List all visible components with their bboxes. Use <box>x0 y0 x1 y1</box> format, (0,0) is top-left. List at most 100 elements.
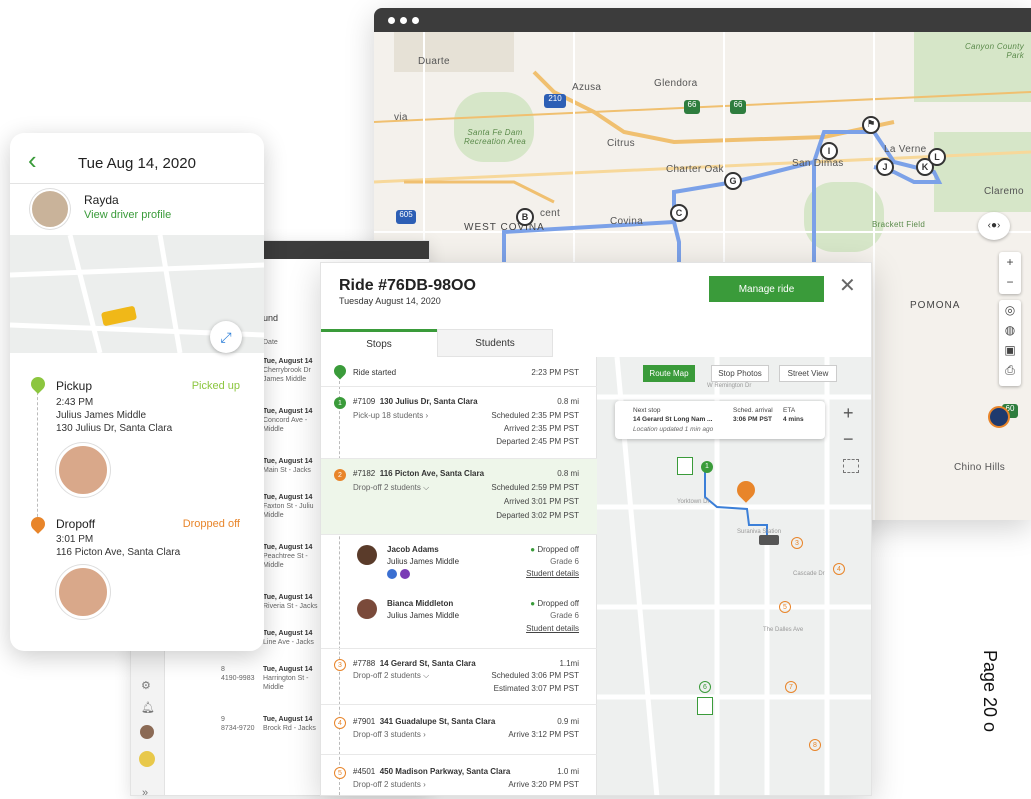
dropoff-status: Dropped off <box>182 518 240 530</box>
stop-distance: 0.8 mi <box>557 469 579 478</box>
stop-marker-icon[interactable]: C <box>670 204 688 222</box>
street-label: Yorktown Dr <box>677 499 710 505</box>
view-driver-profile-link[interactable]: View driver profile <box>84 209 171 221</box>
street-view-tab[interactable]: Street View <box>779 365 837 382</box>
school-icon <box>677 457 693 475</box>
manage-ride-button[interactable]: Manage ride <box>709 276 824 302</box>
location-updated: Location updated 1 min ago <box>633 426 714 433</box>
stop-arrived: Arrived 2:35 PM PST <box>503 424 579 433</box>
table-row[interactable]: Tue, August 14 Riveria St - Jacks <box>263 593 317 611</box>
map-label: Claremo <box>984 186 1024 197</box>
table-row[interactable]: Tue, August 14 Peachtree St - Middle <box>263 543 312 570</box>
wheelchair-icon <box>387 569 397 579</box>
table-row[interactable]: Tue, August 14 Line Ave - Jacks <box>263 629 314 647</box>
map-label: via <box>394 112 408 123</box>
globe-icon[interactable]: ◍ <box>999 320 1021 340</box>
pickup-status: Picked up <box>191 380 240 392</box>
stop-row[interactable]: 5 #4501 450 Madison Parkway, Santa Clara… <box>321 755 597 795</box>
pickup-label: Pickup <box>56 379 93 393</box>
print-icon[interactable]: ⎙ <box>999 360 1021 380</box>
stop-row-selected[interactable]: 2 #7182 116 Picton Ave, Santa Clara 0.8 … <box>321 459 597 535</box>
table-row[interactable]: 9 8734-9720 <box>221 715 254 733</box>
stop-departed: Departed 2:45 PM PST <box>496 437 579 446</box>
student-details-link[interactable]: Student details <box>526 569 579 578</box>
driver-avatar[interactable] <box>30 189 70 229</box>
zoom-out-icon[interactable]: − <box>843 429 854 450</box>
window-dot[interactable] <box>400 16 407 24</box>
student-school: Julius James Middle <box>387 557 460 566</box>
fullscreen-icon[interactable] <box>843 459 859 473</box>
table-row[interactable]: Tue, August 14 Cherrybrook Dr James Middle <box>263 357 312 384</box>
stop-5-marker[interactable]: 5 <box>779 601 791 613</box>
highway-shield-icon: 66 <box>730 100 746 114</box>
zoom-in-icon[interactable]: + <box>843 403 854 424</box>
stop-marker-icon[interactable]: L <box>928 148 946 166</box>
zoom-control: + − <box>999 252 1021 294</box>
settings-icon[interactable]: ⚙ <box>141 679 151 692</box>
pickup-pin-icon <box>28 374 48 394</box>
stop-marker-icon[interactable]: G <box>724 172 742 190</box>
stop-marker-icon[interactable]: J <box>876 158 894 176</box>
expand-map-icon[interactable]: ⤢ <box>210 321 242 353</box>
stop-kind-toggle[interactable]: Drop-off 2 students ⌵ <box>353 483 429 493</box>
table-row[interactable]: Tue, August 14 Concord Ave - Middle <box>263 407 312 434</box>
window-dot[interactable] <box>412 16 419 24</box>
finish-flag-icon[interactable]: ⚑ <box>862 116 880 134</box>
tab-stops[interactable]: Stops <box>321 329 437 357</box>
route-minimap[interactable]: Route Map Stop Photos Street View W Remi… <box>597 357 871 795</box>
student-row[interactable]: Bianca Middleton Julius James Middle ● D… <box>321 591 597 649</box>
close-icon[interactable]: ✕ <box>839 273 856 298</box>
map-label: Glendora <box>654 78 698 89</box>
sched-arrival-label: Sched. arrival <box>733 407 773 414</box>
route-map-tab[interactable]: Route Map <box>643 365 695 382</box>
stop-row[interactable]: 3 #7788 14 Gerard St, Santa Clara 1.1mi … <box>321 649 597 705</box>
avatar[interactable] <box>140 725 154 739</box>
stop-7-marker[interactable]: 7 <box>785 681 797 693</box>
stop-row[interactable]: 1 #7109 130 Julius Dr, Santa Clara 0.8 m… <box>321 387 597 459</box>
table-row[interactable]: Tue, August 14 Harrington St - Middle <box>263 665 312 692</box>
zoom-in-button[interactable]: + <box>999 252 1021 272</box>
table-row[interactable]: Tue, August 14 Brock Rd - Jacks <box>263 715 316 733</box>
compass-icon[interactable]: ‹●› <box>978 212 1010 240</box>
stop-kind-link[interactable]: Drop-off 3 students › <box>353 730 426 739</box>
tab-students[interactable]: Students <box>437 329 553 357</box>
stop-kind-link[interactable]: Drop-off 2 students › <box>353 780 426 789</box>
stop-arrived: Arrived 3:01 PM PST <box>503 497 579 506</box>
stop-6-marker[interactable]: 6 <box>699 681 711 693</box>
stop-photos-tab[interactable]: Stop Photos <box>711 365 769 382</box>
map-label: Duarte <box>418 56 450 67</box>
map-label: Charter Oak <box>666 164 724 175</box>
accessibility-icon <box>400 569 410 579</box>
vehicle-location-icon[interactable] <box>988 406 1010 428</box>
zoom-out-button[interactable]: − <box>999 272 1021 292</box>
student-row[interactable]: Jacob Adams Julius James Middle ● Droppe… <box>321 535 597 591</box>
locate-icon[interactable]: ◎ <box>999 300 1021 320</box>
stop-row[interactable]: 4 #7901 341 Guadalupe St, Santa Clara 0.… <box>321 705 597 755</box>
stop-kind-link[interactable]: Pick-up 18 students › <box>353 411 428 420</box>
table-row[interactable]: 8 4190-9983 <box>221 665 254 683</box>
stop-marker-icon[interactable]: I <box>820 142 838 160</box>
vehicle-icon[interactable]: ▣ <box>999 340 1021 360</box>
stop-marker-icon[interactable]: B <box>516 208 534 226</box>
phone-map[interactable]: ⤢ <box>10 234 264 354</box>
stop-3-marker[interactable]: 3 <box>791 537 803 549</box>
org-logo[interactable] <box>139 751 155 767</box>
ride-date: Tuesday August 14, 2020 <box>339 296 441 306</box>
map-label: Santa Fe Dam Recreation Area <box>463 128 526 146</box>
ride-started-label: Ride started <box>353 368 397 377</box>
expand-rail-button[interactable]: » <box>142 787 148 799</box>
browser-titlebar <box>374 8 1031 32</box>
street-label: Cascade Dr <box>793 571 825 577</box>
table-row[interactable]: Tue, August 14 Main St - Jacks <box>263 457 312 475</box>
table-row[interactable]: Tue, August 14 Faxton St - Juliu Middle <box>263 493 314 520</box>
window-dot[interactable] <box>388 16 395 24</box>
bell-icon[interactable]: 🔔︎ <box>141 701 155 714</box>
student-details-link[interactable]: Student details <box>526 624 579 633</box>
map-label: Azusa <box>572 82 602 93</box>
stop-4-marker[interactable]: 4 <box>833 563 845 575</box>
stop-8-marker[interactable]: 8 <box>809 739 821 751</box>
stop-departed: Departed 3:02 PM PST <box>496 511 579 520</box>
dropoff-details: 3:01 PM 116 Picton Ave, Santa Clara <box>56 533 180 559</box>
stop-kind-toggle[interactable]: Drop-off 2 students ⌵ <box>353 671 429 681</box>
stop-1-marker[interactable]: 1 <box>701 461 713 473</box>
